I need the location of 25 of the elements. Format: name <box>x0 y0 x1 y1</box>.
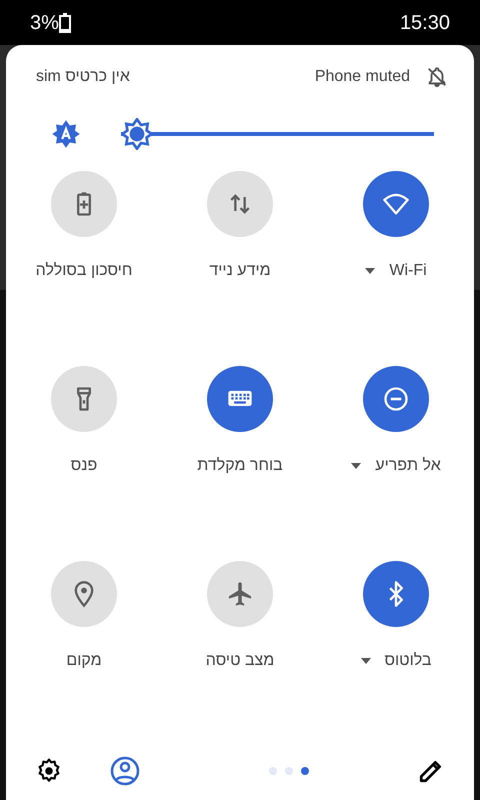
caret-icon[interactable] <box>351 463 362 469</box>
tile-label[interactable]: מידע נייד <box>209 259 271 283</box>
caret-icon[interactable] <box>360 658 371 664</box>
edit-pencil-icon[interactable] <box>418 758 444 784</box>
tile-label[interactable]: Wi-Fi <box>389 259 427 283</box>
tile-label[interactable]: בוחר מקלדת <box>197 454 283 478</box>
battery-icon <box>58 12 71 32</box>
ringer-status: Phone muted <box>314 67 410 87</box>
caret-icon[interactable] <box>365 268 376 274</box>
tile-label[interactable]: פנס <box>70 454 98 478</box>
tile-label[interactable]: חיסכון בסוללה <box>36 259 132 283</box>
muted-bell-icon <box>426 66 448 88</box>
tile-label[interactable]: מקום <box>66 649 102 673</box>
minus-circle-icon <box>382 385 410 413</box>
carrier-text: אין כרטיס sim <box>36 67 130 87</box>
tile-label[interactable]: אל תפריע <box>375 454 441 478</box>
tile-label[interactable]: בלוטוס <box>384 649 432 673</box>
battery-percentage: 3% <box>30 10 59 36</box>
auto-brightness-icon[interactable] <box>51 119 81 149</box>
user-profile-icon[interactable] <box>110 756 140 786</box>
settings-icon[interactable] <box>36 758 62 784</box>
clock-time: 15:30 <box>400 10 450 36</box>
airplane-icon <box>226 580 254 608</box>
tile-label[interactable]: מצב טיסה <box>206 649 274 673</box>
brightness-thumb[interactable] <box>121 118 153 150</box>
